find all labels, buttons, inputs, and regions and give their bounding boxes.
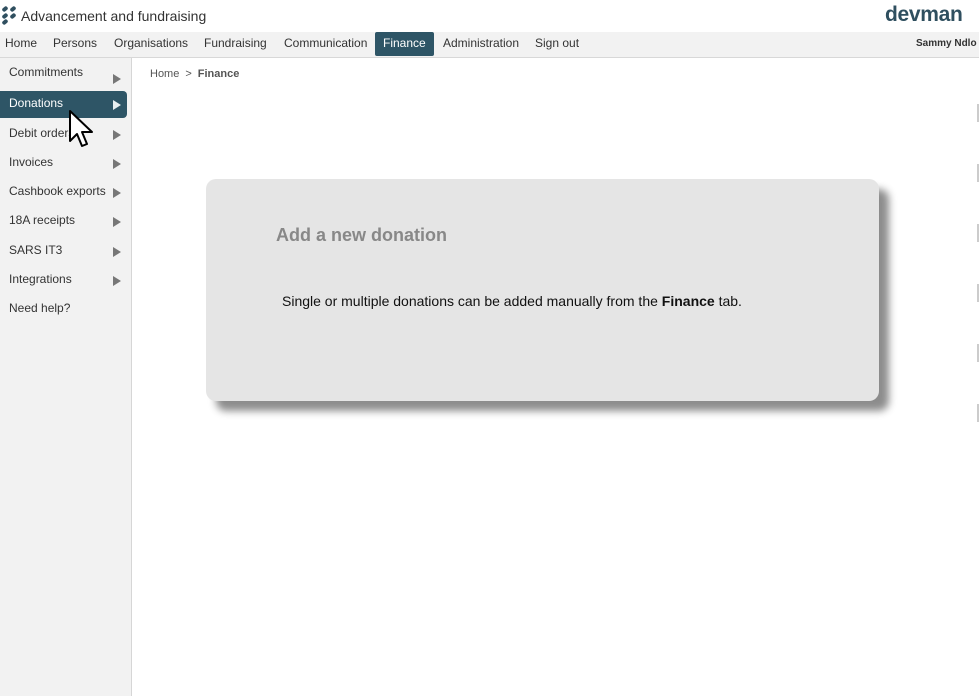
title-bar: Advancement and fundraising devman	[0, 0, 979, 32]
nav-communication[interactable]: Communication	[284, 32, 367, 57]
expand-arrow-icon	[113, 159, 121, 169]
sidebar-item-label: Cashbook exports	[9, 184, 106, 198]
sidebar-item-label: SARS IT3	[9, 243, 63, 257]
nav-organisations[interactable]: Organisations	[114, 32, 188, 57]
nav-persons[interactable]: Persons	[53, 32, 97, 57]
expand-arrow-icon	[113, 74, 121, 84]
breadcrumb-home[interactable]: Home	[150, 68, 179, 80]
sidebar-item-need-help[interactable]: Need help?	[0, 296, 127, 323]
expand-arrow-icon	[113, 276, 121, 286]
card-text-bold: Finance	[661, 293, 715, 309]
sidebar-item-label: Need help?	[9, 301, 71, 315]
expand-arrow-icon	[113, 100, 121, 110]
app-logo-icon	[2, 6, 16, 25]
breadcrumb: Home > Finance	[150, 68, 239, 80]
sidebar-item-label: Integrations	[9, 272, 72, 286]
sidebar-item-label: Invoices	[9, 155, 54, 169]
breadcrumb-separator: >	[185, 68, 192, 80]
nav-administration[interactable]: Administration	[443, 32, 519, 57]
card-text: Single or multiple donations can be adde…	[282, 293, 742, 309]
nav-fundraising[interactable]: Fundraising	[204, 32, 267, 57]
sidebar-item-label: Debit orders	[9, 126, 75, 140]
expand-arrow-icon	[113, 188, 121, 198]
expand-arrow-icon	[113, 247, 121, 257]
sidebar-item-debit-orders[interactable]: Debit orders	[0, 121, 127, 148]
expand-arrow-icon	[113, 130, 121, 140]
expand-arrow-icon	[113, 217, 121, 227]
main-nav: Home Persons Organisations Fundraising C…	[0, 32, 979, 58]
card-text-before: Single or multiple donations can be adde…	[282, 293, 662, 309]
brand-logo: devman	[885, 3, 963, 26]
sidebar-item-integrations[interactable]: Integrations	[0, 267, 127, 294]
sidebar-item-label: Commitments	[9, 65, 84, 79]
sidebar-item-sars-it3[interactable]: SARS IT3	[0, 238, 127, 265]
sidebar-item-label: Donations	[9, 96, 64, 110]
app-title: Advancement and fundraising	[21, 8, 207, 24]
sidebar-item-invoices[interactable]: Invoices	[0, 150, 127, 177]
card-text-after: tab.	[714, 293, 742, 309]
sidebar: Commitments Donations Debit orders Invoi…	[0, 58, 132, 696]
nav-finance[interactable]: Finance	[375, 32, 434, 56]
sidebar-item-18a-receipts[interactable]: 18A receipts	[0, 208, 127, 235]
sidebar-item-cashbook-exports[interactable]: Cashbook exports	[0, 179, 127, 206]
info-card: Add a new donation Single or multiple do…	[206, 179, 879, 401]
card-title: Add a new donation	[276, 225, 447, 245]
sidebar-item-donations[interactable]: Donations	[0, 91, 127, 118]
sidebar-item-label: 18A receipts	[9, 213, 76, 227]
nav-home[interactable]: Home	[5, 32, 37, 57]
nav-sign-out[interactable]: Sign out	[535, 32, 579, 57]
breadcrumb-current: Finance	[197, 68, 240, 80]
sidebar-item-commitments[interactable]: Commitments	[0, 62, 127, 89]
user-name[interactable]: Sammy Ndlo	[916, 38, 977, 49]
